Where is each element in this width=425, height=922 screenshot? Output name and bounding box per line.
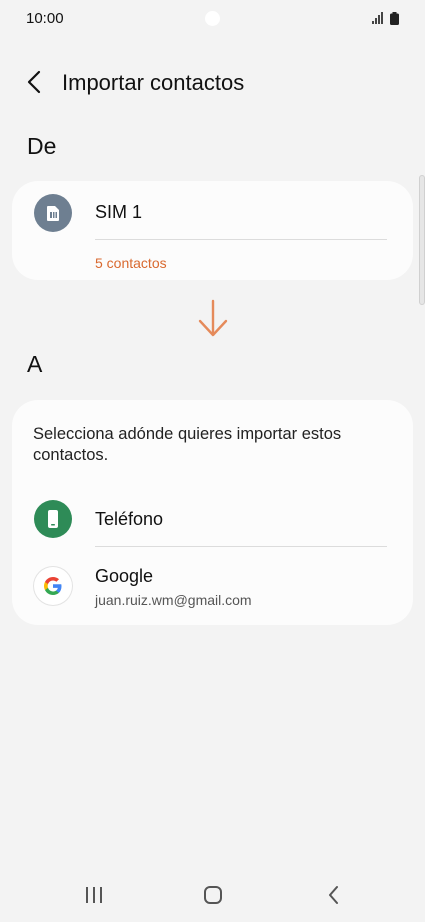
divider bbox=[95, 239, 387, 240]
arrow-down-icon bbox=[198, 299, 228, 337]
source-card: SIM 1 5 contactos bbox=[12, 181, 413, 280]
destination-card: Selecciona adónde quieres importar estos… bbox=[12, 400, 413, 625]
from-heading: De bbox=[27, 133, 57, 159]
phone-icon bbox=[48, 510, 58, 528]
google-avatar bbox=[34, 567, 72, 605]
divider bbox=[95, 546, 387, 547]
sim-avatar bbox=[34, 194, 72, 232]
contact-count: 5 contactos bbox=[95, 255, 167, 271]
back-icon[interactable] bbox=[325, 885, 343, 905]
destination-label: Teléfono bbox=[95, 509, 164, 529]
back-button[interactable] bbox=[24, 68, 48, 98]
google-account: juan.ruiz.wm@gmail.com bbox=[95, 592, 252, 608]
sim-label: SIM 1 bbox=[95, 202, 143, 222]
status-time: 10:00 bbox=[26, 10, 64, 27]
destination-phone[interactable]: Teléfono bbox=[12, 492, 413, 548]
scrollbar[interactable] bbox=[419, 175, 425, 305]
status-bar: 10:00 bbox=[0, 0, 425, 38]
destination-google[interactable]: Google juan.ruiz.wm@gmail.com bbox=[12, 560, 413, 620]
to-heading: A bbox=[27, 351, 43, 377]
recents-icon[interactable] bbox=[84, 886, 104, 904]
home-icon[interactable] bbox=[203, 885, 223, 905]
nav-bar bbox=[0, 870, 425, 922]
instruction-text: Selecciona adónde quieres importar estos… bbox=[33, 425, 342, 464]
phone-avatar bbox=[34, 500, 72, 538]
sim-card-icon bbox=[47, 206, 59, 221]
google-icon bbox=[44, 577, 62, 595]
camera-cutout bbox=[205, 11, 220, 26]
signal-icon bbox=[372, 12, 383, 24]
battery-icon bbox=[390, 12, 399, 25]
page-title: Importar contactos bbox=[62, 70, 245, 95]
destination-label: Google bbox=[95, 566, 154, 586]
